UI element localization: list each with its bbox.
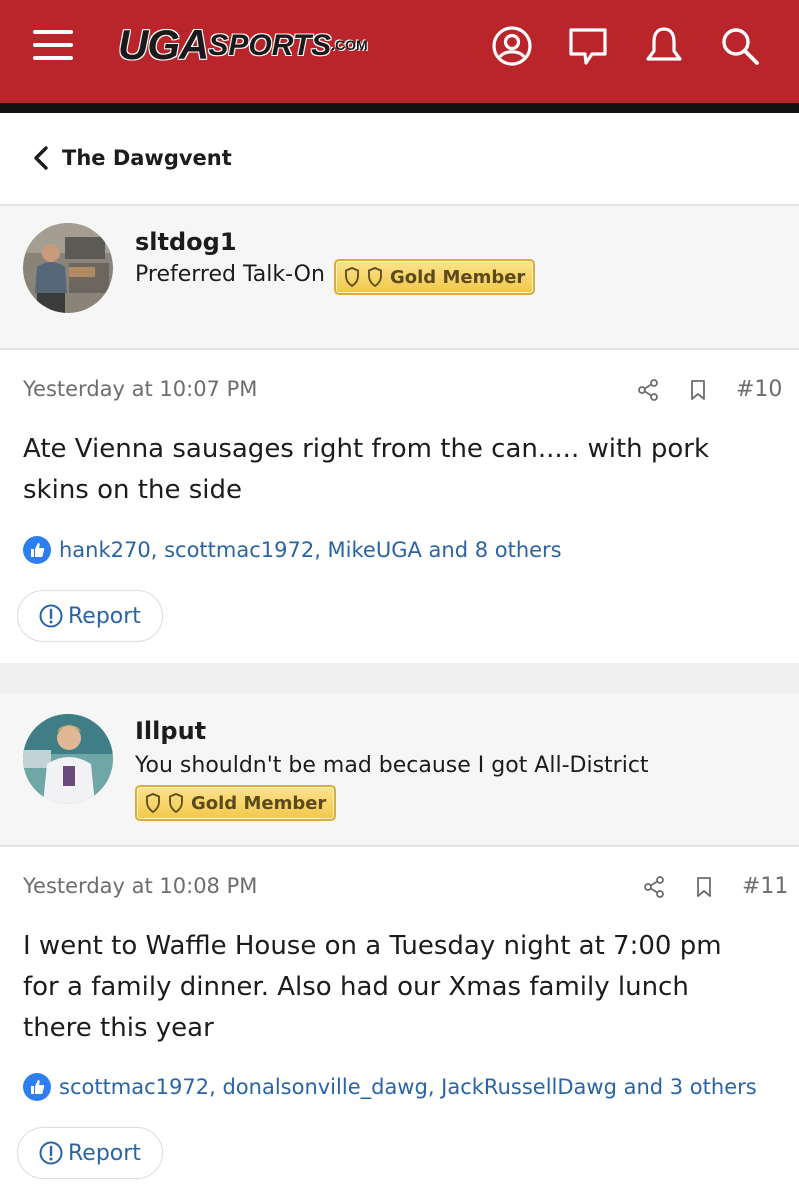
site-header: UGA SPORTS .COM <box>0 0 799 103</box>
status-badge: Gold Member <box>135 785 337 821</box>
post-actions: #11 <box>642 874 788 899</box>
reactions-text: scottmac1972, donalsonville_dawg, JackRu… <box>59 1075 757 1099</box>
report-label: Report <box>68 1140 141 1166</box>
alert-circle-icon <box>39 1141 63 1165</box>
like-icon <box>23 1073 51 1101</box>
account-icon[interactable] <box>490 24 534 68</box>
messages-icon[interactable] <box>566 24 610 68</box>
menu-icon[interactable] <box>33 30 75 62</box>
avatar[interactable] <box>23 714 113 804</box>
post-timestamp[interactable]: Yesterday at 10:07 PM <box>23 377 257 401</box>
post-body: I went to Waffle House on a Tuesday nigh… <box>23 931 722 1043</box>
post-author-name[interactable]: Illput <box>135 717 206 745</box>
alerts-icon[interactable] <box>642 24 686 68</box>
like-icon <box>23 536 51 564</box>
status-badge: Gold Member <box>334 259 536 295</box>
post-author-block: Illput You shouldn't be mad because I go… <box>0 693 799 847</box>
logo-uga-text: UGA <box>118 21 209 68</box>
post-separator <box>0 663 799 693</box>
user-title: You shouldn't be mad because I got All-D… <box>135 753 649 778</box>
breadcrumb-back-link[interactable]: The Dawgvent <box>30 143 232 173</box>
shield-icon <box>345 267 359 287</box>
share-icon[interactable] <box>636 378 660 402</box>
post-author-name[interactable]: sltdog1 <box>135 228 237 256</box>
post-number-link[interactable]: #11 <box>742 874 788 899</box>
breadcrumb-label: The Dawgvent <box>62 146 232 170</box>
shield-icon <box>146 793 160 813</box>
post-body: Ate Vienna sausages right from the can..… <box>23 434 710 505</box>
shield-icon <box>169 793 183 813</box>
post: Yesterday at 10:07 PM #10 Ate Vienna sau… <box>0 350 799 663</box>
user-title: Preferred Talk-On <box>135 262 325 287</box>
post-author-block: sltdog1 Preferred Talk-On Gold Member <box>0 206 799 350</box>
reactions-text: hank270, scottmac1972, MikeUGA and 8 oth… <box>59 538 562 562</box>
share-icon[interactable] <box>642 875 666 899</box>
breadcrumb: The Dawgvent <box>0 113 799 206</box>
chevron-left-icon <box>34 146 48 170</box>
badge-label: Gold Member <box>191 792 327 814</box>
post-actions: #10 <box>636 377 782 402</box>
report-button[interactable]: Report <box>17 1127 163 1179</box>
report-button[interactable]: Report <box>17 590 163 642</box>
bookmark-icon[interactable] <box>692 875 716 899</box>
bookmark-icon[interactable] <box>686 378 710 402</box>
alert-circle-icon <box>39 604 63 628</box>
logo-sports-text: SPORTS <box>208 29 332 62</box>
avatar[interactable] <box>23 223 113 313</box>
badge-label: Gold Member <box>390 266 526 288</box>
reactions-summary[interactable]: scottmac1972, donalsonville_dawg, JackRu… <box>23 1073 757 1101</box>
post-number-link[interactable]: #10 <box>736 377 782 402</box>
shield-icon <box>368 267 382 287</box>
report-label: Report <box>68 603 141 629</box>
logo-com-text: .COM <box>331 37 368 53</box>
header-divider <box>0 103 799 113</box>
search-icon[interactable] <box>718 24 762 68</box>
post: Yesterday at 10:08 PM #11 I went to Waff… <box>0 847 799 1200</box>
post-timestamp[interactable]: Yesterday at 10:08 PM <box>23 874 257 898</box>
reactions-summary[interactable]: hank270, scottmac1972, MikeUGA and 8 oth… <box>23 536 562 564</box>
site-logo[interactable]: UGA SPORTS .COM <box>118 22 368 68</box>
